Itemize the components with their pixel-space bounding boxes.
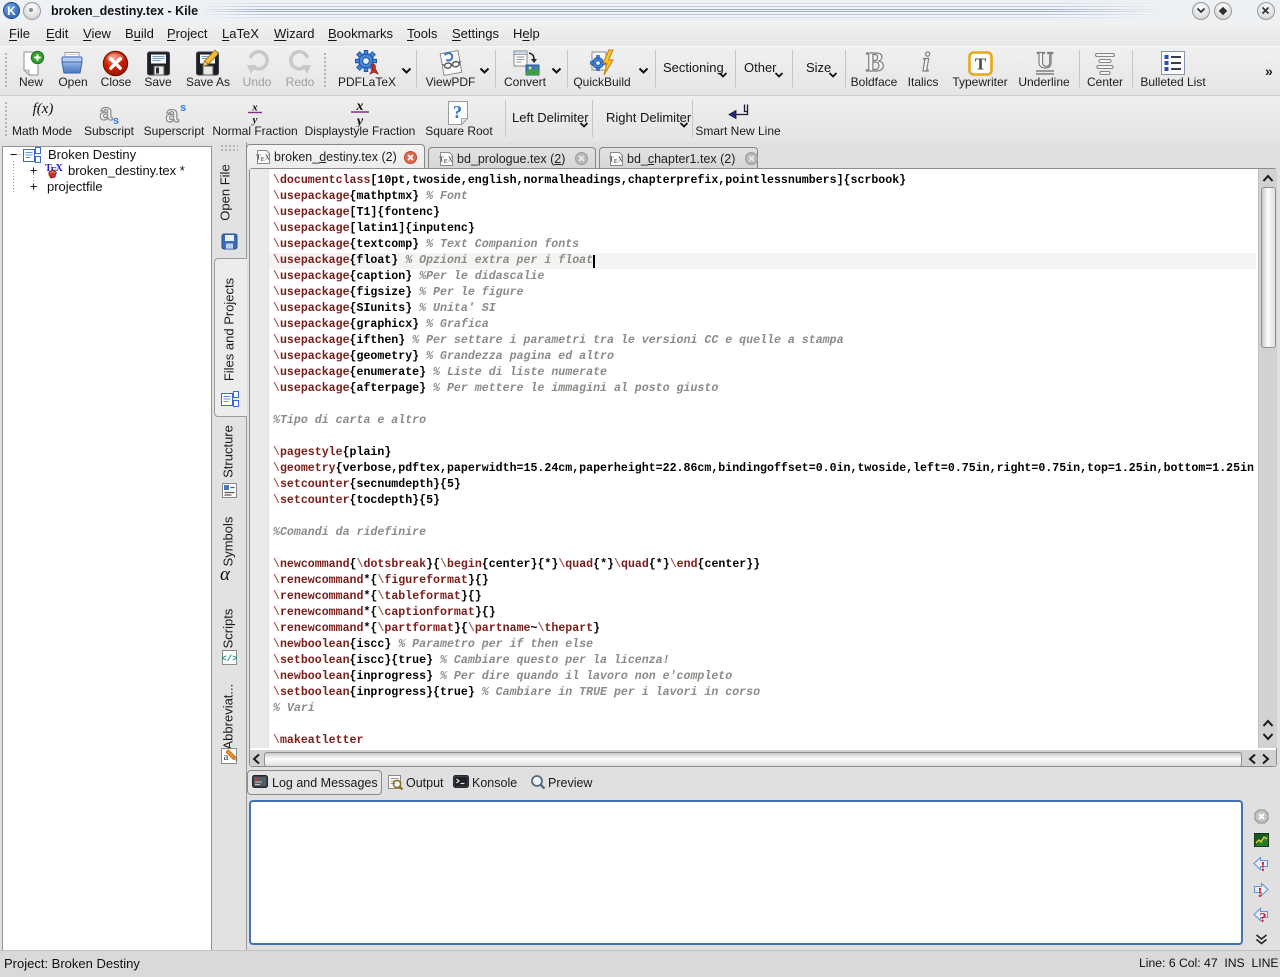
svg-text:B: B [866, 50, 884, 76]
svg-text:x: x [251, 102, 258, 114]
svg-text:K: K [7, 4, 16, 18]
svg-text:a: a [100, 100, 113, 125]
svg-text:?: ? [1260, 911, 1267, 924]
svg-text:U: U [1037, 50, 1054, 73]
svg-text:X: X [56, 163, 64, 174]
svg-text:T: T [975, 55, 987, 74]
svg-text:!: ! [1261, 860, 1266, 873]
svg-text:?: ? [453, 102, 462, 122]
svg-text:!: ! [1258, 886, 1263, 899]
svg-text:i: i [922, 50, 930, 76]
svg-text:</>: </> [222, 654, 237, 664]
svg-text:s: s [180, 102, 186, 114]
